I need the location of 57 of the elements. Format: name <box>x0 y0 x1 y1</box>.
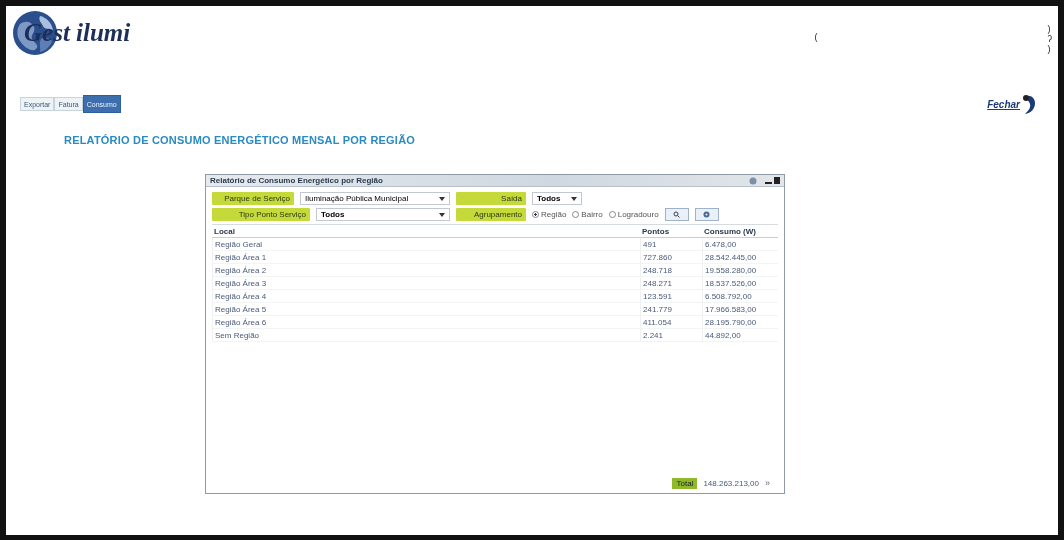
table-cell: 491 <box>640 238 702 251</box>
mark-glyph: ( <box>814 32 818 42</box>
close-button[interactable]: Fechar <box>987 93 1036 115</box>
dropdown[interactable]: Iluminação Pública Municipal <box>300 192 450 205</box>
mark-glyph: ) <box>1047 44 1052 54</box>
table-cell: Região Área 5 <box>212 303 640 316</box>
more-button[interactable]: » <box>765 478 770 488</box>
table-cell: Região Área 6 <box>212 316 640 329</box>
table-cell: Região Área 3 <box>212 277 640 290</box>
total-label: Total <box>672 477 698 489</box>
caret-icon <box>439 212 445 217</box>
caret-icon <box>439 196 445 201</box>
page-title: RELATÓRIO DE CONSUMO ENERGÉTICO MENSAL POR REGIÃO <box>64 134 417 146</box>
logo-text: Gest ilumi <box>24 19 131 47</box>
caret-icon <box>571 196 577 201</box>
column-header[interactable]: Consumo (W) <box>702 225 778 238</box>
radio-option[interactable]: Logradouro <box>608 210 659 219</box>
table-cell: 18.537.526,00 <box>702 277 778 290</box>
table-cell: 2.241 <box>640 329 702 342</box>
mark-glyph: ) <box>1047 24 1052 34</box>
dropdown[interactable]: Todos <box>316 208 450 221</box>
gear-icon <box>703 211 711 218</box>
table-cell: 17.966.583,00 <box>702 303 778 316</box>
table-cell: 411.054 <box>640 316 702 329</box>
dropdown[interactable]: Todos <box>532 192 582 205</box>
field-label: Saída <box>456 192 526 205</box>
field-label: Tipo Ponto Serviço <box>212 208 310 221</box>
column-header[interactable]: Local <box>212 225 640 238</box>
table-cell: 123.591 <box>640 290 702 303</box>
table-cell: 6.478,00 <box>702 238 778 251</box>
radio-option[interactable]: Bairro <box>572 210 603 219</box>
table-cell: 727.860 <box>640 251 702 264</box>
field-label: Parque de Serviço <box>212 192 294 205</box>
table-cell: 248.271 <box>640 277 702 290</box>
window-title: Relatório de Consumo Energético por Região <box>210 176 383 185</box>
table-cell: 6.508.792,00 <box>702 290 778 303</box>
search-icon <box>673 211 681 218</box>
table-cell: 241.779 <box>640 303 702 316</box>
table-cell: Região Área 1 <box>212 251 640 264</box>
table-cell: 44.892,00 <box>702 329 778 342</box>
field-label: Agrupamento <box>456 208 526 221</box>
swoosh-icon <box>1020 93 1036 115</box>
mark-glyph: ʔ <box>1047 34 1052 44</box>
column-header[interactable]: Pontos <box>640 225 702 238</box>
table-cell: 248.718 <box>640 264 702 277</box>
table-cell: Região Área 4 <box>212 290 640 303</box>
table-cell: 19.558.280,00 <box>702 264 778 277</box>
help-icon[interactable] <box>749 176 757 185</box>
search-button[interactable] <box>664 208 689 221</box>
table-cell: Região Geral <box>212 238 640 251</box>
settings-button[interactable] <box>694 208 719 221</box>
total-value: 148.263.213,00 <box>703 478 759 488</box>
table-cell: 28.542.445,00 <box>702 251 778 264</box>
table-cell: Região Área 2 <box>212 264 640 277</box>
table-cell: 28.195.790,00 <box>702 316 778 329</box>
table-cell: Sem Região <box>212 329 640 342</box>
radio-option[interactable]: Região <box>532 210 567 219</box>
